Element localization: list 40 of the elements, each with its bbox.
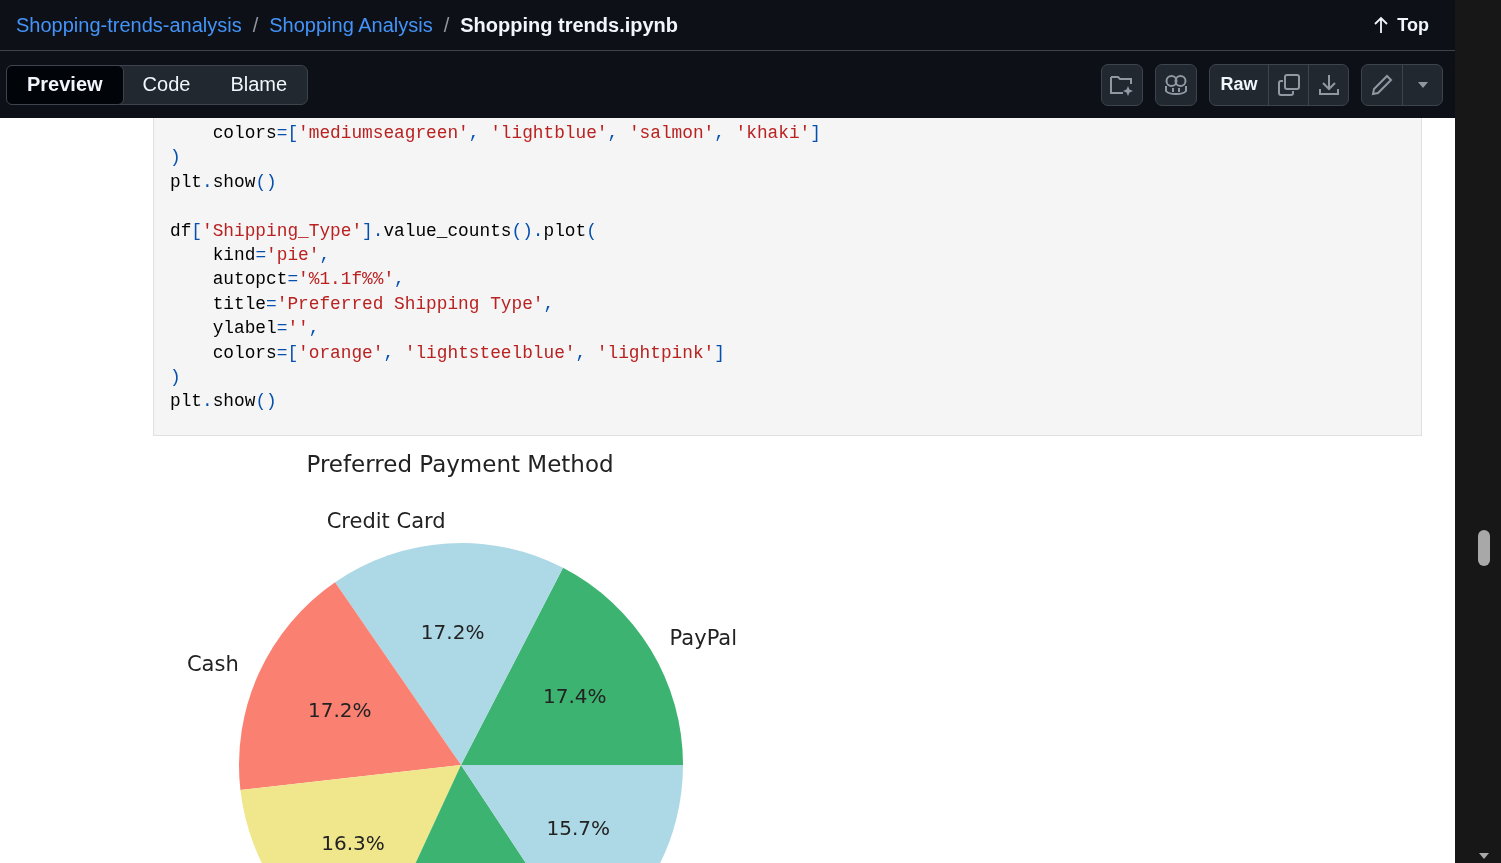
caret-icon — [1416, 80, 1429, 89]
breadcrumb-link[interactable]: Shopping-trends-analysis — [16, 13, 242, 37]
code-line: ) — [170, 146, 182, 170]
code-line: plt.show() — [170, 390, 278, 414]
percent-label: 16.3% — [321, 830, 385, 855]
code-line: ) — [170, 366, 182, 390]
copy-icon — [1276, 72, 1301, 97]
percent-label: 17.2% — [420, 619, 485, 644]
file-name: Shopping trends.ipynb — [460, 13, 679, 37]
breadcrumb-separator: / — [252, 13, 259, 37]
view-tab[interactable]: Code — [122, 65, 211, 104]
scrollbar[interactable] — [1455, 0, 1501, 863]
breadcrumb-separator: / — [443, 13, 450, 37]
percent-label: 17.2% — [308, 697, 372, 722]
slice-label: Cash — [186, 651, 239, 676]
folder-icon-button[interactable] — [1101, 63, 1143, 106]
percent-label: 15.7% — [546, 815, 611, 840]
percent-label: 17.4% — [543, 683, 607, 708]
view-tab[interactable]: Blame — [210, 65, 308, 104]
slice-label: Credit Card — [326, 509, 446, 534]
code-line: colors=['orange', 'lightsteelblue', 'lightpink'] — [211, 341, 726, 365]
download-icon — [1316, 72, 1341, 97]
code-line: df['Shipping_Type'].value_counts().plot( — [170, 219, 598, 243]
code-line: title='Preferred Shipping Type', — [211, 292, 556, 316]
top-link[interactable]: Top — [1373, 14, 1429, 36]
view-tab[interactable]: Preview — [6, 64, 124, 105]
breadcrumb-link[interactable]: Shopping Analysis — [269, 13, 433, 37]
code-line: autopct='%1.1f%%', — [211, 268, 406, 292]
code-line: ylabel='', — [211, 317, 321, 341]
scroll-thumb[interactable] — [1478, 530, 1490, 566]
copilot-button[interactable] — [1155, 63, 1197, 106]
pencil-icon — [1370, 72, 1394, 97]
chart-title: Preferred Payment Method — [306, 450, 614, 477]
code-line: plt.show() — [170, 170, 278, 194]
code-line: colors=['mediumseagreen', 'lightblue', 'salmon', 'khaki'] — [211, 122, 822, 145]
copilot-icon — [1163, 72, 1189, 97]
arrow-up-icon — [1373, 16, 1390, 34]
slice-label: PayPal — [669, 625, 738, 650]
code-line: kind='pie', — [211, 244, 332, 267]
scroll-down-icon[interactable] — [1478, 852, 1490, 860]
